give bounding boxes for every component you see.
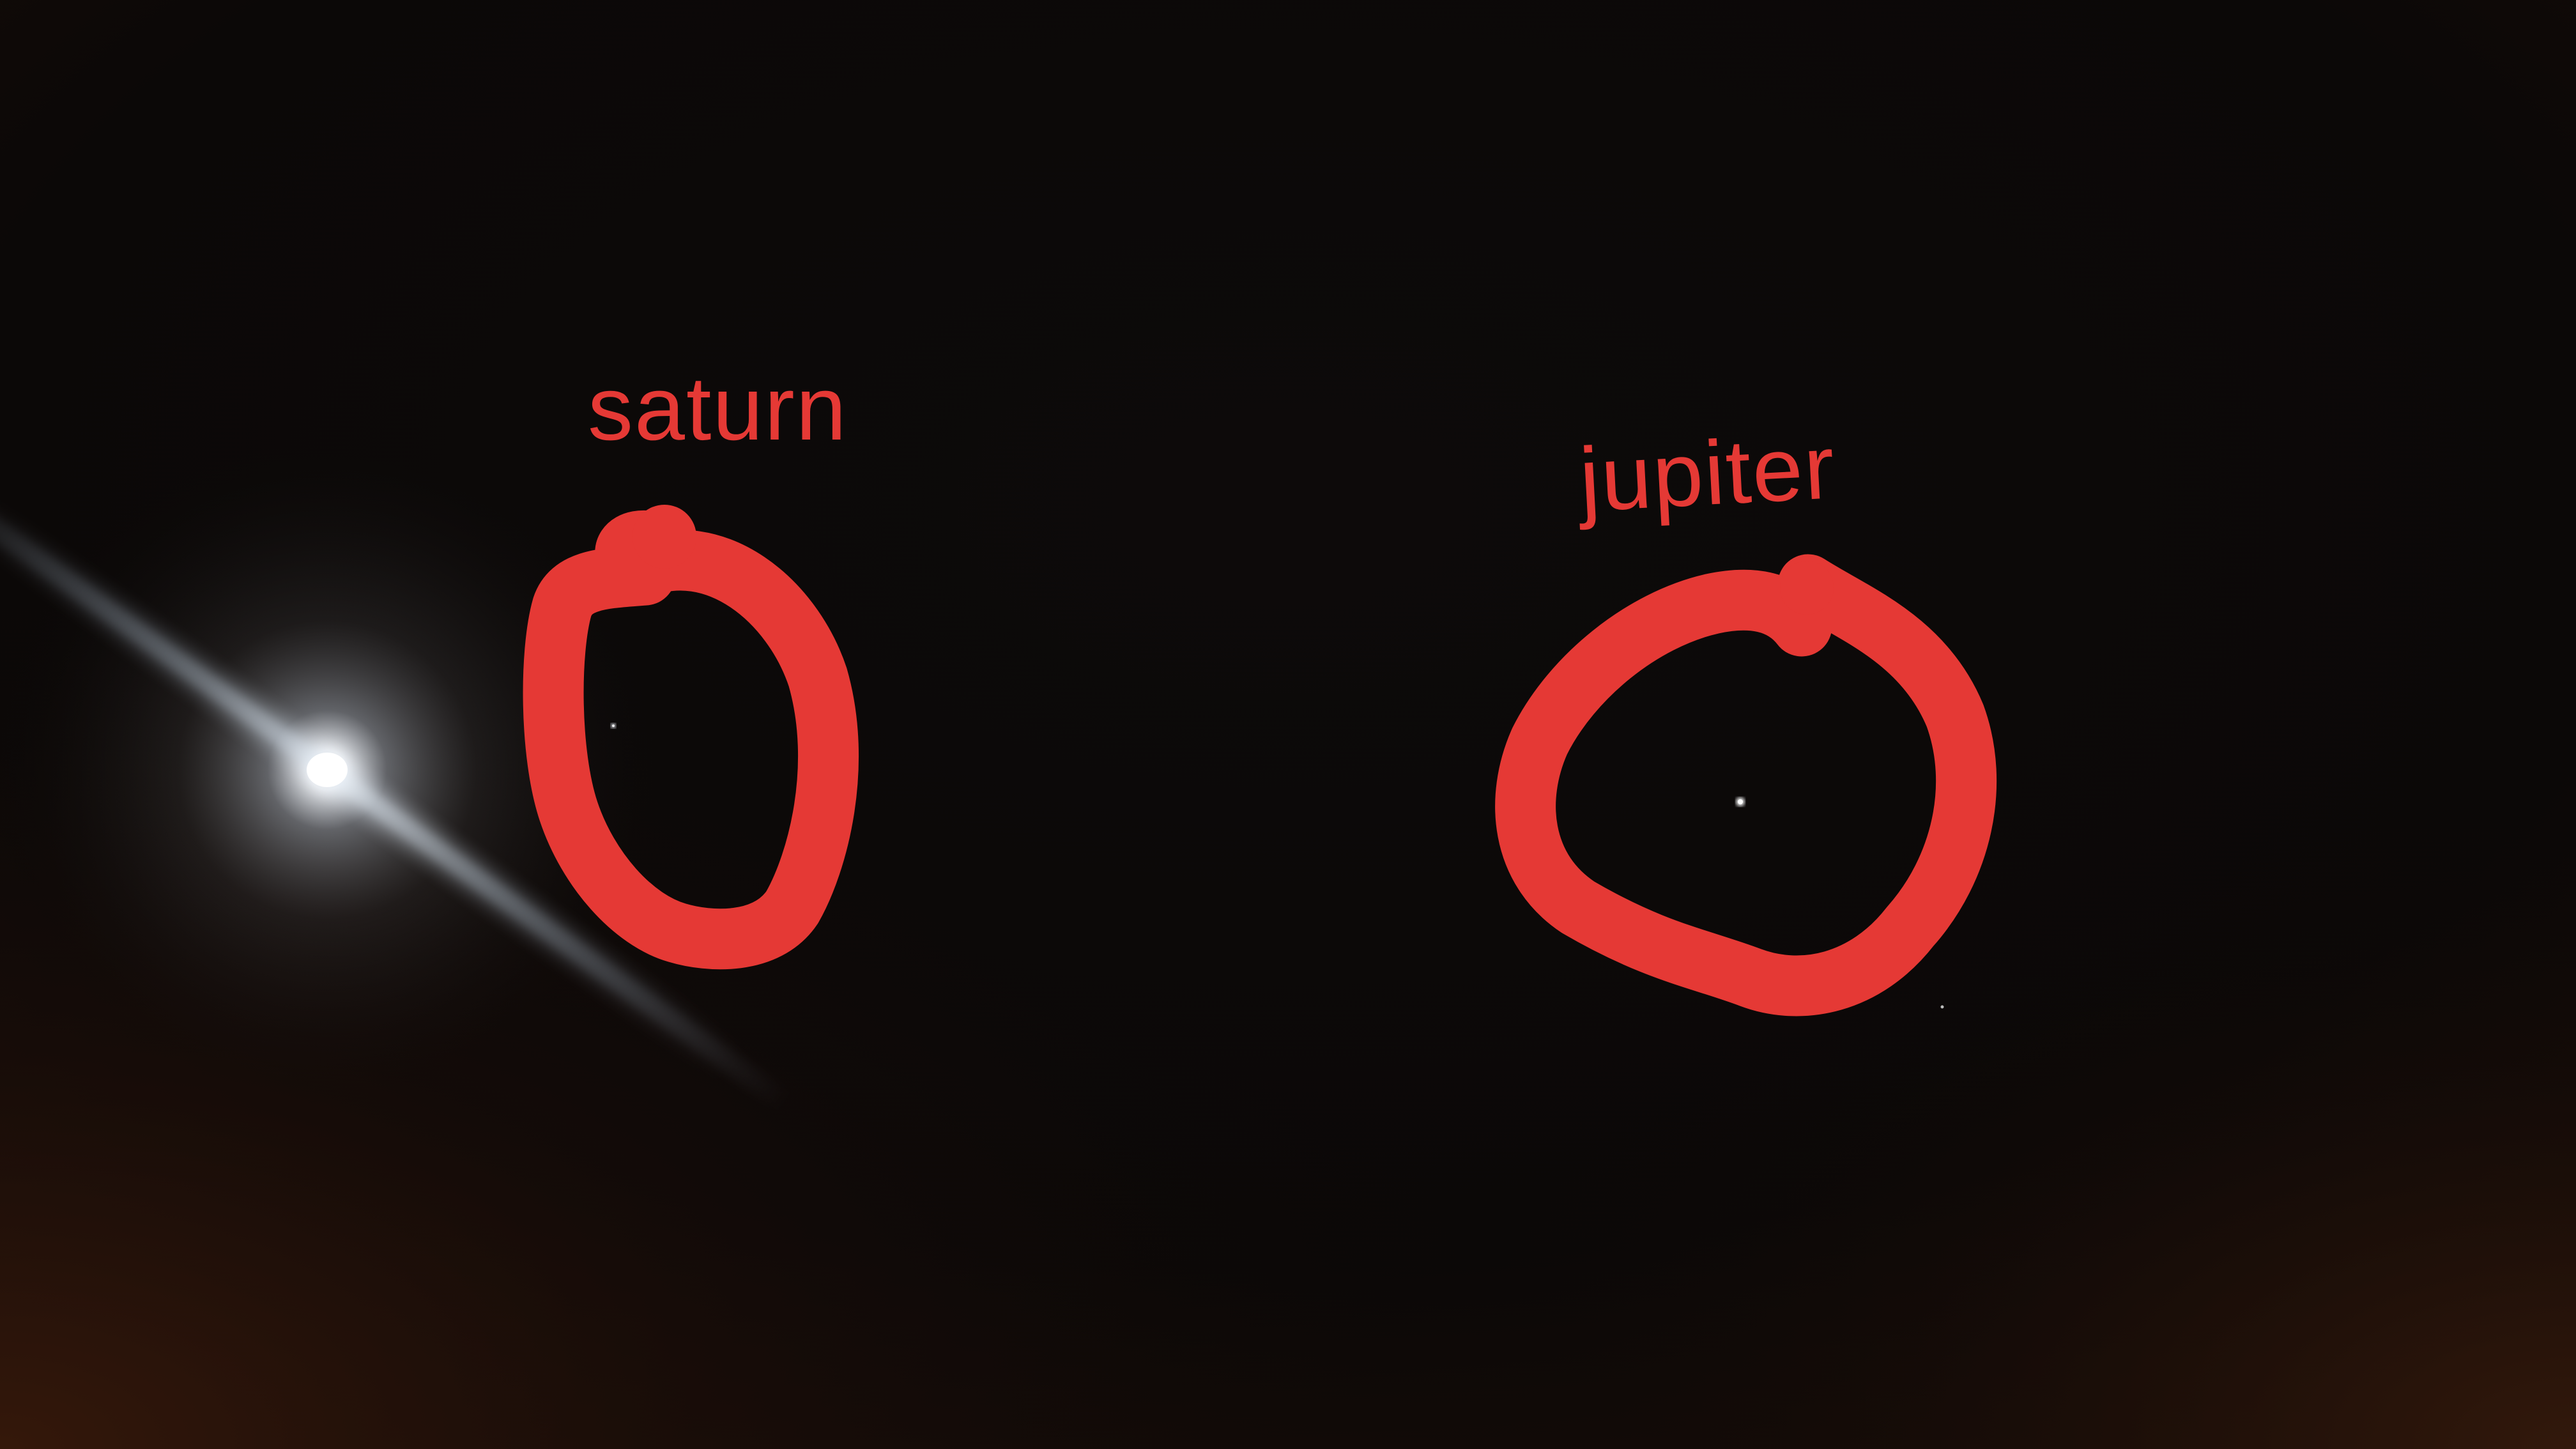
jupiter-label: jupiter	[1574, 416, 1838, 531]
saturn-point-core	[612, 724, 615, 727]
saturn-label: saturn	[588, 358, 848, 459]
photo-canvas: saturn jupiter	[0, 0, 2576, 1449]
moon-disc	[307, 753, 348, 787]
night-sky-photo: saturn jupiter	[0, 0, 2576, 1449]
jupiter-point-core	[1738, 799, 1743, 804]
faint-star	[1940, 1005, 1944, 1009]
jupiter-circle-blob	[1780, 561, 1834, 615]
saturn-circle-blob	[632, 505, 696, 569]
